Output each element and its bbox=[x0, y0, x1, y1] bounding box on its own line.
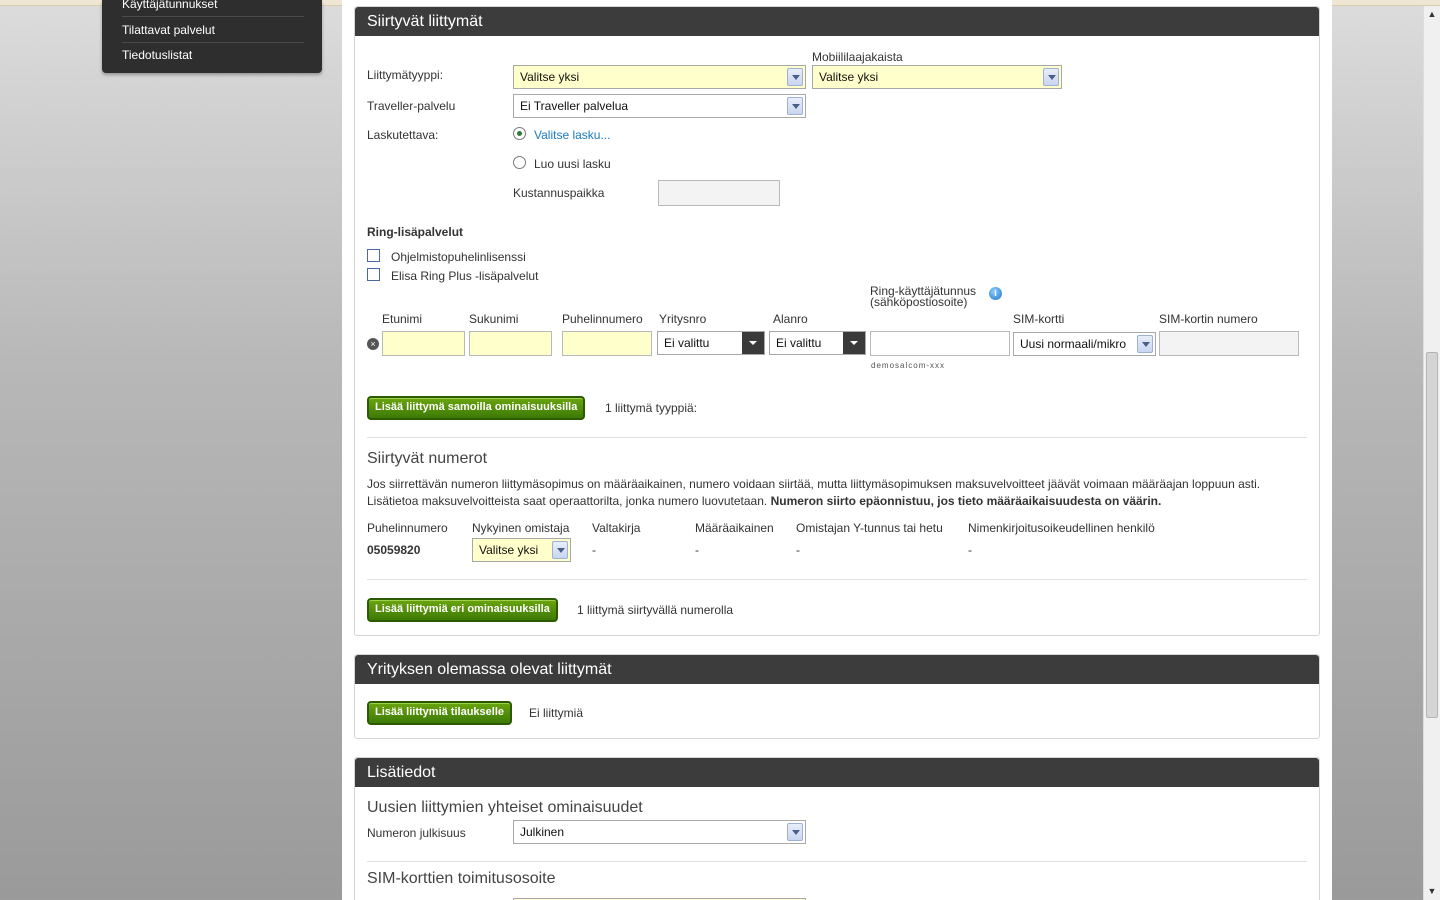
ohjelmistopuhelinlisenssi-label: Ohjelmistopuhelinlisenssi bbox=[391, 250, 526, 264]
ring-hint: demosalcom-xxx bbox=[871, 361, 946, 370]
sim-kortti-select[interactable]: Uusi normaali/mikro bbox=[1013, 332, 1156, 356]
select-value: Ei valittu bbox=[664, 336, 710, 350]
lisatiedot-section: Lisätiedot Uusien liittymien yhteiset om… bbox=[354, 757, 1320, 900]
divider bbox=[367, 437, 1307, 438]
info-icon[interactable]: i bbox=[989, 287, 1002, 300]
add-different-button[interactable]: Lisää liittymiä eri ominaisuuksilla bbox=[367, 598, 558, 622]
divider bbox=[367, 861, 1307, 862]
ring-kayttajatunnus-input[interactable] bbox=[870, 331, 1010, 356]
divider bbox=[367, 579, 1307, 580]
section-title: Siirtyvät liittymät bbox=[355, 7, 1319, 36]
add-same-button[interactable]: Lisää liittymä samoilla ominaisuuksilla bbox=[367, 396, 586, 420]
ring-plus-label: Elisa Ring Plus -lisäpalvelut bbox=[391, 269, 539, 283]
row-henkilo: - bbox=[968, 543, 972, 557]
numerot-text-2: Lisätietoa maksuvelvoitteista saat opera… bbox=[367, 494, 1161, 508]
select-value: Valitse yksi bbox=[520, 70, 580, 84]
col-yritysnro: Yritysnro bbox=[659, 312, 707, 326]
nav-item-tiedotuslistat[interactable]: Tiedotuslistat bbox=[122, 43, 304, 68]
chevron-down-icon bbox=[1043, 68, 1059, 86]
select-value: Julkinen bbox=[520, 825, 565, 839]
siirtyvat-liittymat-section: Siirtyvät liittymät Liittymätyyppi: Vali… bbox=[354, 6, 1320, 636]
siirtyvat-numerot-title: Siirtyvät numerot bbox=[367, 450, 488, 467]
yhteiset-title: Uusien liittymien yhteiset ominaisuudet bbox=[367, 799, 643, 816]
chevron-down-icon bbox=[552, 541, 568, 559]
section-title: Lisätiedot bbox=[355, 758, 1319, 787]
numerot-text-2-plain: Lisätietoa maksuvelvoitteista saat opera… bbox=[367, 494, 768, 508]
row-valtakirja: - bbox=[592, 543, 596, 557]
ring-plus-checkbox[interactable] bbox=[367, 268, 380, 281]
row-ytunnus: - bbox=[796, 543, 800, 557]
section-title: Yrityksen olemassa olevat liittymät bbox=[355, 655, 1319, 684]
scroll-down-arrow-icon[interactable]: ▼ bbox=[1424, 883, 1440, 899]
select-value: Ei Traveller palvelua bbox=[520, 99, 629, 113]
col-sukunimi: Sukunimi bbox=[469, 312, 519, 326]
chevron-down-icon bbox=[787, 97, 803, 115]
col-sim-numero: SIM-kortin numero bbox=[1159, 312, 1258, 326]
add-same-count: 1 liittymä tyyppiä: bbox=[605, 401, 698, 415]
th-valtakirja: Valtakirja bbox=[592, 521, 641, 535]
chevron-down-icon bbox=[787, 823, 803, 841]
col-etunimi: Etunimi bbox=[382, 312, 423, 326]
kustannuspaikka-input[interactable] bbox=[658, 180, 780, 206]
th-ytunnus: Omistajan Y-tunnus tai hetu bbox=[796, 521, 943, 535]
luo-uusi-lasku-radio[interactable] bbox=[513, 156, 526, 169]
scroll-up-arrow-icon[interactable]: ▲ bbox=[1424, 6, 1440, 22]
mobiililaajakaista-select[interactable]: Valitse yksi bbox=[812, 65, 1062, 89]
traveller-select[interactable]: Ei Traveller palvelua bbox=[513, 94, 806, 118]
select-value: Ei valittu bbox=[776, 336, 822, 350]
th-nykyinen-omistaja: Nykyinen omistaja bbox=[472, 521, 570, 535]
alanro-select[interactable]: Ei valittu bbox=[769, 331, 866, 355]
numerot-text-1: Jos siirrettävän numeron liittymäsopimus… bbox=[367, 477, 1261, 491]
toimitusosoite-title: SIM-korttien toimitusosoite bbox=[367, 870, 556, 887]
chevron-down-icon bbox=[787, 68, 803, 86]
chevron-down-icon bbox=[1137, 335, 1153, 353]
ohjelmistopuhelinlisenssi-checkbox[interactable] bbox=[367, 249, 380, 262]
laskutettava-label: Laskutettava: bbox=[367, 128, 439, 142]
mobiililaajakaista-label: Mobiililaajakaista bbox=[812, 50, 903, 64]
select-value: Uusi normaali/mikro bbox=[1020, 337, 1127, 351]
sukunimi-input[interactable] bbox=[469, 331, 552, 356]
nav-item-tilattavat-palvelut[interactable]: Tilattavat palvelut bbox=[122, 18, 304, 43]
select-value: Valitse yksi bbox=[479, 543, 539, 557]
page-scrollbar[interactable]: ▲ ▼ bbox=[1423, 6, 1440, 900]
col-sim-kortti: SIM-kortti bbox=[1013, 312, 1065, 326]
th-puhelinnumero: Puhelinnumero bbox=[367, 521, 448, 535]
remove-row-icon[interactable]: × bbox=[367, 338, 379, 350]
th-maaraaikainen: Määräaikainen bbox=[695, 521, 774, 535]
scrollbar-thumb[interactable] bbox=[1426, 352, 1438, 718]
yritysnro-select[interactable]: Ei valittu bbox=[657, 331, 765, 355]
julkisuus-select[interactable]: Julkinen bbox=[513, 820, 806, 844]
liittymatyyppi-select[interactable]: Valitse yksi bbox=[513, 65, 806, 89]
nav-item-kayttajatunnukset[interactable]: Käyttäjätunnukset bbox=[122, 0, 304, 17]
left-navigation: Käyttäjätunnukset Tilattavat palvelut Ti… bbox=[102, 0, 322, 73]
etunimi-input[interactable] bbox=[382, 331, 465, 356]
valitse-lasku-link[interactable]: Valitse lasku... bbox=[534, 128, 610, 142]
luo-uusi-lasku-label: Luo uusi lasku bbox=[534, 157, 611, 171]
select-value: Valitse yksi bbox=[819, 70, 879, 84]
row-puhelinnumero: 05059820 bbox=[367, 543, 421, 557]
puhelinnumero-input[interactable] bbox=[562, 331, 652, 356]
valitse-lasku-radio[interactable] bbox=[513, 127, 526, 140]
nykyinen-omistaja-select[interactable]: Valitse yksi bbox=[472, 538, 571, 562]
caret-down-icon bbox=[742, 332, 764, 354]
olemassa-status: Ei liittymiä bbox=[529, 706, 584, 720]
col-alanro: Alanro bbox=[773, 312, 808, 326]
row-maaraaikainen: - bbox=[695, 543, 699, 557]
numerot-text-bold: Numeron siirto epäonnistuu, jos tieto mä… bbox=[770, 494, 1162, 508]
kustannuspaikka-label: Kustannuspaikka bbox=[513, 186, 605, 200]
ring-title: Ring-lisäpalvelut bbox=[367, 225, 464, 239]
olemassa-olevat-section: Yrityksen olemassa olevat liittymät Lisä… bbox=[354, 654, 1320, 739]
julkisuus-label: Numeron julkisuus bbox=[367, 826, 466, 840]
add-different-count: 1 liittymä siirtyvällä numerolla bbox=[577, 603, 734, 617]
liittymatyyppi-label: Liittymätyyppi: bbox=[367, 68, 444, 82]
col-puhelinnumero: Puhelinnumero bbox=[562, 312, 643, 326]
th-henkilo: Nimenkirjoitusoikeudellinen henkilö bbox=[968, 521, 1155, 535]
col-ring-sub: (sähköpostiosoite) bbox=[870, 295, 968, 309]
caret-down-icon bbox=[843, 332, 865, 354]
traveller-label: Traveller-palvelu bbox=[367, 99, 456, 113]
add-to-order-button[interactable]: Lisää liittymiä tilaukselle bbox=[367, 701, 513, 725]
sim-numero-input[interactable] bbox=[1159, 331, 1299, 356]
